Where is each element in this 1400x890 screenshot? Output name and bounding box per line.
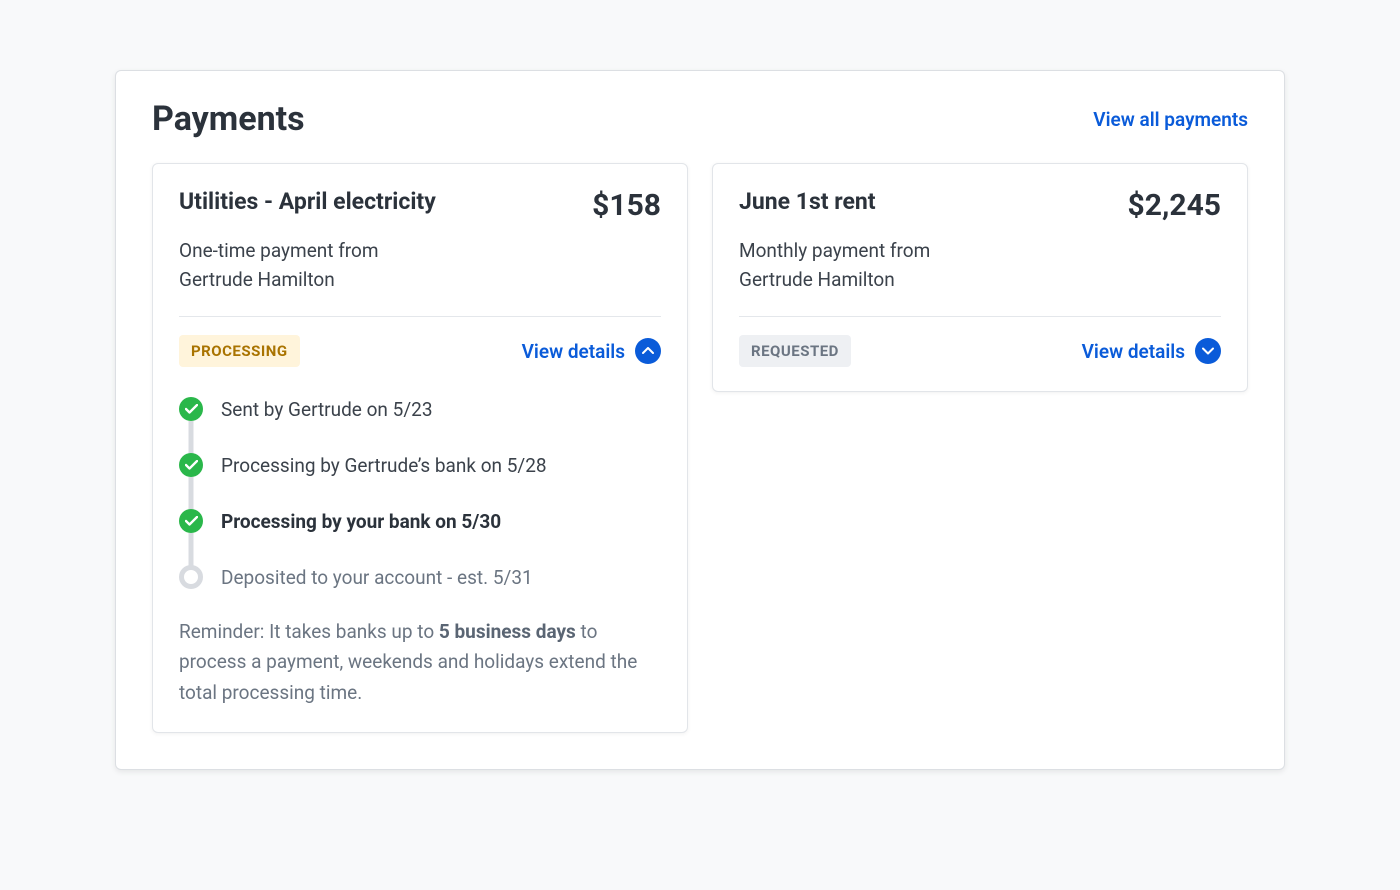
status-row: PROCESSING View details <box>179 335 661 367</box>
timeline-text: Processing by Gertrude’s bank on 5/28 <box>221 454 547 477</box>
card-header: June 1st rent $2,245 <box>739 188 1221 223</box>
timeline-text: Sent by Gertrude on 5/23 <box>221 398 433 421</box>
pending-dot-icon <box>179 565 203 589</box>
check-icon <box>179 397 203 421</box>
payment-subtitle-line: Gertrude Hamilton <box>179 268 335 291</box>
view-details-toggle[interactable]: View details <box>522 338 661 364</box>
view-details-label: View details <box>522 340 625 363</box>
status-row: REQUESTED View details <box>739 335 1221 367</box>
divider <box>739 316 1221 317</box>
page-title: Payments <box>152 99 305 139</box>
payment-title: Utilities - April electricity <box>179 188 436 215</box>
timeline-step: Processing by Gertrude’s bank on 5/28 <box>179 453 661 509</box>
divider <box>179 316 661 317</box>
panel-header: Payments View all payments <box>152 99 1248 139</box>
payment-card: Utilities - April electricity $158 One-t… <box>152 163 688 733</box>
payment-subtitle-line: Monthly payment from <box>739 239 930 262</box>
timeline-text: Processing by your bank on 5/30 <box>221 510 501 533</box>
timeline-step: Sent by Gertrude on 5/23 <box>179 397 661 453</box>
payment-cards: Utilities - April electricity $158 One-t… <box>152 163 1248 733</box>
payment-title: June 1st rent <box>739 188 876 215</box>
timeline-step: Deposited to your account - est. 5/31 <box>179 565 661 589</box>
payments-panel: Payments View all payments Utilities - A… <box>115 70 1285 770</box>
status-badge: REQUESTED <box>739 335 851 367</box>
view-details-label: View details <box>1082 340 1185 363</box>
payment-subtitle-line: Gertrude Hamilton <box>739 268 895 291</box>
chevron-down-icon <box>1195 338 1221 364</box>
payment-subtitle: Monthly payment from Gertrude Hamilton <box>739 237 1221 294</box>
card-header: Utilities - April electricity $158 <box>179 188 661 223</box>
payment-card: June 1st rent $2,245 Monthly payment fro… <box>712 163 1248 392</box>
payment-timeline: Sent by Gertrude on 5/23 Processing by G… <box>179 397 661 589</box>
payment-subtitle-line: One-time payment from <box>179 239 379 262</box>
timeline-text: Deposited to your account - est. 5/31 <box>221 566 533 589</box>
view-details-toggle[interactable]: View details <box>1082 338 1221 364</box>
chevron-up-icon <box>635 338 661 364</box>
reminder-prefix: Reminder: It takes banks up to <box>179 620 439 643</box>
reminder-text: Reminder: It takes banks up to 5 busines… <box>179 617 661 708</box>
status-badge: PROCESSING <box>179 335 300 367</box>
timeline-step: Processing by your bank on 5/30 <box>179 509 661 565</box>
payment-subtitle: One-time payment from Gertrude Hamilton <box>179 237 661 294</box>
payment-amount: $2,245 <box>1128 188 1221 223</box>
check-icon <box>179 453 203 477</box>
view-all-payments-link[interactable]: View all payments <box>1093 108 1248 131</box>
check-icon <box>179 509 203 533</box>
reminder-bold: 5 business days <box>439 620 576 643</box>
payment-amount: $158 <box>592 188 661 223</box>
